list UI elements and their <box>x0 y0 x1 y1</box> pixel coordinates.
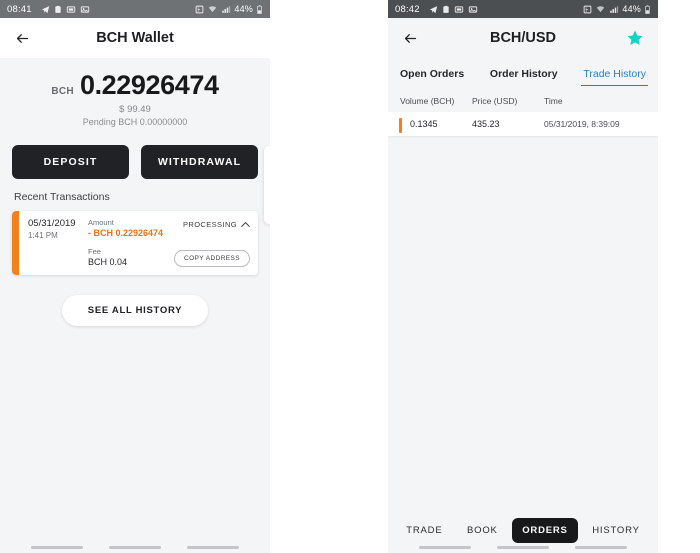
nav-hint-recents[interactable] <box>187 546 239 549</box>
amount-label: Amount <box>88 218 114 227</box>
nav-hint-back[interactable] <box>419 546 471 549</box>
transaction-time: 1:41 PM <box>28 231 58 240</box>
wallet-actions: DEPOSIT WITHDRAWAL <box>0 133 270 179</box>
order-tabs: Open Orders Order History Trade History <box>388 58 658 86</box>
gallery-icon <box>468 5 478 14</box>
right-app-bar: BCH/USD <box>388 18 658 58</box>
wifi-icon <box>207 5 218 14</box>
status-right-icons-right: 44% <box>583 4 651 14</box>
transaction-body: 05/31/2019 1:41 PM Amount - BCH 0.229264… <box>19 211 258 275</box>
header-price: Price (USD) <box>472 96 518 106</box>
row-volume: 0.1345 <box>410 119 438 129</box>
favorite-star-icon[interactable] <box>624 27 646 49</box>
chevron-up-icon <box>241 221 250 228</box>
trade-table-header: Volume (BCH) Price (USD) Time <box>388 86 658 112</box>
row-time: 05/31/2019, 8:39:09 <box>544 119 620 129</box>
left-android-nav-hints <box>0 546 270 549</box>
trade-table-body: 0.1345 435.23 05/31/2019, 8:39:09 <box>388 112 658 136</box>
balance-section: BCH 0.22926474 $ 99.49 Pending BCH 0.000… <box>0 58 270 133</box>
screenshot-icon <box>66 5 76 14</box>
row-accent-bar <box>399 118 402 133</box>
left-status-bar: 08:41 44% <box>0 0 270 18</box>
transaction-actions: PROCESSING COPY ADDRESS <box>174 218 250 267</box>
back-button[interactable] <box>12 28 32 48</box>
status-badge: PROCESSING <box>182 220 237 229</box>
nav-hint-back[interactable] <box>31 546 83 549</box>
fee-label: Fee <box>88 247 101 256</box>
signal-icon <box>609 5 619 14</box>
balance-amount: 0.22926474 <box>79 70 219 100</box>
nav-hint-home[interactable] <box>497 546 549 549</box>
trade-screen: Open Orders Order History Trade History … <box>388 58 658 553</box>
left-app-bar: BCH Wallet <box>0 18 270 58</box>
status-right-icons: 44% <box>195 4 263 14</box>
clipboard-icon <box>54 5 62 14</box>
transaction-card[interactable]: 05/31/2019 1:41 PM Amount - BCH 0.229264… <box>12 211 258 275</box>
status-time-right: 08:42 <box>395 3 420 15</box>
see-all-history-button[interactable]: SEE ALL HISTORY <box>61 295 209 326</box>
vpn-icon <box>195 5 204 14</box>
balance-unit: BCH <box>51 86 74 97</box>
header-volume: Volume (BCH) <box>400 96 455 106</box>
table-row[interactable]: 0.1345 435.23 05/31/2019, 8:39:09 <box>388 112 658 136</box>
transaction-accent-bar <box>12 211 19 275</box>
tab-order-history[interactable]: Order History <box>488 64 560 85</box>
page-title: BCH Wallet <box>96 30 174 46</box>
balance-pending: Pending BCH 0.00000000 <box>82 117 188 127</box>
vpn-icon <box>583 5 592 14</box>
nav-trade[interactable]: TRADE <box>396 518 452 543</box>
amount-value: - BCH 0.22926474 <box>88 228 164 238</box>
transaction-list: 05/31/2019 1:41 PM Amount - BCH 0.229264… <box>0 203 270 275</box>
copy-address-button[interactable]: COPY ADDRESS <box>174 250 250 267</box>
balance-row: BCH 0.22926474 <box>0 70 270 101</box>
battery-icon <box>644 4 651 14</box>
right-status-bar: 08:42 44% <box>388 0 658 18</box>
nav-hint-recents[interactable] <box>575 546 627 549</box>
status-left-icons-right: 08:42 <box>395 4 583 15</box>
recent-transactions-label: Recent Transactions <box>14 191 110 203</box>
wallet-screen: BCH 0.22926474 $ 99.49 Pending BCH 0.000… <box>0 58 270 553</box>
transaction-date: 05/31/2019 <box>28 218 76 229</box>
battery-percent: 44% <box>234 4 253 14</box>
see-all-history-wrap: SEE ALL HISTORY <box>0 275 270 326</box>
balance-fiat: $ 99.49 <box>119 104 151 115</box>
nav-history[interactable]: HISTORY <box>582 518 649 543</box>
pair-title: BCH/USD <box>489 30 557 46</box>
header-time: Time <box>544 96 563 106</box>
transaction-details: Amount - BCH 0.22926474 Fee BCH 0.04 <box>86 218 174 267</box>
screenshot-canvas: 08:41 44% BCH Wallet BCH 0.22926474 $ 99… <box>0 0 700 553</box>
telegram-icon <box>41 5 50 14</box>
nav-hint-home[interactable] <box>109 546 161 549</box>
wifi-icon <box>595 5 606 14</box>
row-price: 435.23 <box>472 119 500 129</box>
status-left-icons: 08:41 <box>7 4 195 15</box>
right-android-nav-hints <box>388 546 658 549</box>
status-time: 08:41 <box>7 3 32 15</box>
left-phone-screen: 08:41 44% BCH Wallet BCH 0.22926474 $ 99… <box>0 0 270 553</box>
left-nav-strip <box>0 533 270 553</box>
deposit-button[interactable]: DEPOSIT <box>12 145 129 179</box>
nav-orders[interactable]: ORDERS <box>512 518 578 543</box>
status-toggle[interactable]: PROCESSING <box>183 220 250 229</box>
right-phone-screen: 08:42 44% BCH/USD Open Orders Order Hist… <box>388 0 658 553</box>
back-button-right[interactable] <box>400 28 420 48</box>
battery-icon <box>256 4 263 14</box>
nav-book[interactable]: BOOK <box>457 518 508 543</box>
clipboard-icon <box>442 5 450 14</box>
transaction-datetime: 05/31/2019 1:41 PM <box>28 218 86 267</box>
tab-open-orders[interactable]: Open Orders <box>398 64 466 85</box>
gallery-icon <box>80 5 90 14</box>
signal-icon <box>221 5 231 14</box>
telegram-icon <box>429 5 438 14</box>
tab-trade-history[interactable]: Trade History <box>581 64 648 86</box>
withdrawal-button[interactable]: WITHDRAWAL <box>141 145 258 179</box>
battery-percent-right: 44% <box>622 4 641 14</box>
peek-card-edge <box>264 146 270 224</box>
fee-value: BCH 0.04 <box>88 257 128 267</box>
screenshot-icon <box>454 5 464 14</box>
